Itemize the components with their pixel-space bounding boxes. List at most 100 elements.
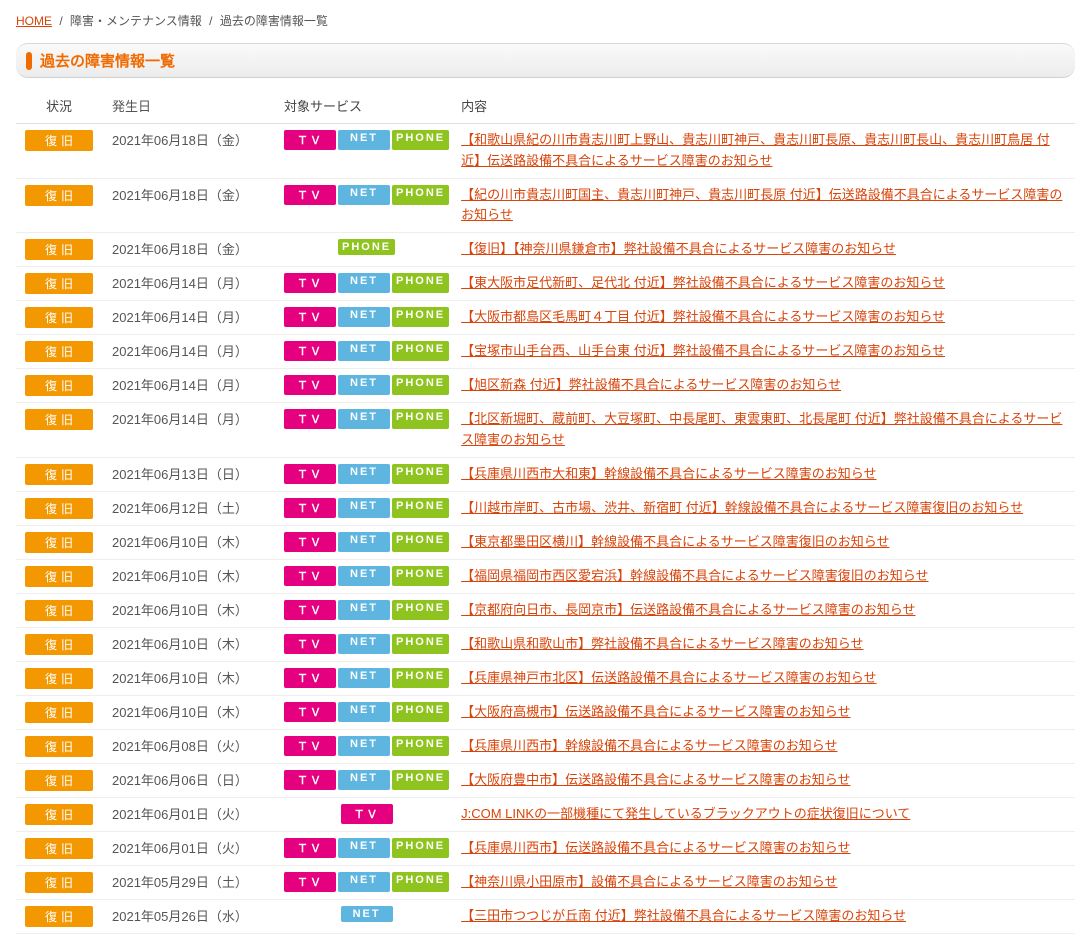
service-tag-net: NET <box>338 838 390 858</box>
fault-link[interactable]: J:COM LINKの一部機種にて発生しているブラックアウトの症状復旧について <box>461 806 910 821</box>
service-tag-tv: ＴＶ <box>284 634 336 654</box>
fault-link[interactable]: 【兵庫県川西市】伝送路設備不具合によるサービス障害のお知らせ <box>461 840 850 855</box>
service-tag-net: NET <box>338 409 390 429</box>
service-tag-tv: ＴＶ <box>284 341 336 361</box>
breadcrumb-current: 過去の障害情報一覧 <box>220 14 328 28</box>
service-tag-net: NET <box>341 906 393 922</box>
service-tag-net: NET <box>338 341 390 361</box>
table-row: 復旧2021年06月10日（木）ＴＶNETPHONE【兵庫県神戸市北区】伝送路設… <box>16 661 1075 695</box>
table-row: 復旧2021年06月14日（月）ＴＶNETPHONE【北区新堀町、蔵前町、大豆塚… <box>16 403 1075 458</box>
service-tag-tv: ＴＶ <box>284 409 336 429</box>
fault-link[interactable]: 【大阪府豊中市】伝送路設備不具合によるサービス障害のお知らせ <box>461 772 850 787</box>
service-tag-net: NET <box>338 273 390 293</box>
col-content: 内容 <box>455 88 1075 124</box>
col-service: 対象サービス <box>278 88 455 124</box>
date-cell: 2021年06月12日（土） <box>102 491 278 525</box>
table-row: 復旧2021年06月01日（火）ＴＶJ:COM LINKの一部機種にて発生してい… <box>16 797 1075 831</box>
service-tag-phone: PHONE <box>392 498 449 518</box>
fault-link[interactable]: 【神奈川県小田原市】設備不具合によるサービス障害のお知らせ <box>461 874 837 889</box>
service-tag-phone: PHONE <box>338 239 395 255</box>
service-tag-net: NET <box>338 736 390 756</box>
date-cell: 2021年06月14日（月） <box>102 267 278 301</box>
status-badge: 復旧 <box>25 185 93 206</box>
status-badge: 復旧 <box>25 872 93 893</box>
fault-link[interactable]: 【東大阪市足代新町、足代北 付近】弊社設備不具合によるサービス障害のお知らせ <box>461 275 945 290</box>
table-row: 復旧2021年06月14日（月）ＴＶNETPHONE【旭区新森 付近】弊社設備不… <box>16 369 1075 403</box>
fault-link[interactable]: 【和歌山県和歌山市】弊社設備不具合によるサービス障害のお知らせ <box>461 636 863 651</box>
section-header: 過去の障害情報一覧 <box>16 43 1075 78</box>
status-badge: 復旧 <box>25 130 93 151</box>
date-cell: 2021年06月10日（木） <box>102 559 278 593</box>
fault-link[interactable]: 【復旧】【神奈川県鎌倉市】弊社設備不具合によるサービス障害のお知らせ <box>461 241 896 256</box>
status-badge: 復旧 <box>25 341 93 362</box>
fault-link[interactable]: 【東京都墨田区横川】幹線設備不具合によるサービス障害復旧のお知らせ <box>461 534 889 549</box>
service-tag-tv: ＴＶ <box>284 130 336 150</box>
table-row: 復旧2021年06月10日（木）ＴＶNETPHONE【東京都墨田区横川】幹線設備… <box>16 525 1075 559</box>
date-cell: 2021年06月10日（木） <box>102 525 278 559</box>
fault-link[interactable]: 【旭区新森 付近】弊社設備不具合によるサービス障害のお知らせ <box>461 377 841 392</box>
fault-link[interactable]: 【兵庫県川西市大和東】幹線設備不具合によるサービス障害のお知らせ <box>461 466 876 481</box>
table-row: 復旧2021年06月14日（月）ＴＶNETPHONE【大阪市都島区毛馬町４丁目 … <box>16 301 1075 335</box>
date-cell: 2021年06月01日（火） <box>102 797 278 831</box>
date-cell: 2021年05月26日（水） <box>102 899 278 933</box>
service-tag-net: NET <box>338 702 390 722</box>
service-tag-net: NET <box>338 498 390 518</box>
fault-link[interactable]: 【三田市つつじが丘南 付近】弊社設備不具合によるサービス障害のお知らせ <box>461 908 906 923</box>
fault-link[interactable]: 【福岡県福岡市西区愛宕浜】幹線設備不具合によるサービス障害復旧のお知らせ <box>461 568 928 583</box>
date-cell: 2021年06月14日（月） <box>102 369 278 403</box>
service-tag-phone: PHONE <box>392 273 449 293</box>
service-tag-tv: ＴＶ <box>284 770 336 790</box>
date-cell: 2021年05月29日（土） <box>102 865 278 899</box>
service-tag-phone: PHONE <box>392 464 449 484</box>
service-tag-net: NET <box>338 668 390 688</box>
service-tag-net: NET <box>338 532 390 552</box>
service-tag-tv: ＴＶ <box>284 464 336 484</box>
fault-link[interactable]: 【兵庫県川西市】幹線設備不具合によるサービス障害のお知らせ <box>461 738 837 753</box>
status-badge: 復旧 <box>25 770 93 791</box>
status-badge: 復旧 <box>25 375 93 396</box>
table-row: 復旧2021年06月18日（金）ＴＶNETPHONE【和歌山県紀の川市貴志川町上… <box>16 124 1075 179</box>
fault-table: 状況 発生日 対象サービス 内容 復旧2021年06月18日（金）ＴＶNETPH… <box>16 88 1075 934</box>
fault-link[interactable]: 【大阪市都島区毛馬町４丁目 付近】弊社設備不具合によるサービス障害のお知らせ <box>461 309 945 324</box>
service-tag-tv: ＴＶ <box>284 273 336 293</box>
date-cell: 2021年06月01日（火） <box>102 831 278 865</box>
service-tag-phone: PHONE <box>392 770 449 790</box>
date-cell: 2021年06月14日（月） <box>102 301 278 335</box>
service-tag-phone: PHONE <box>392 668 449 688</box>
date-cell: 2021年06月10日（木） <box>102 661 278 695</box>
service-tag-tv: ＴＶ <box>284 307 336 327</box>
fault-link[interactable]: 【紀の川市貴志川町国主、貴志川町神戸、貴志川町長原 付近】伝送路設備不具合による… <box>461 187 1062 223</box>
fault-link[interactable]: 【兵庫県神戸市北区】伝送路設備不具合によるサービス障害のお知らせ <box>461 670 876 685</box>
service-tag-net: NET <box>338 307 390 327</box>
service-tag-tv: ＴＶ <box>284 498 336 518</box>
date-cell: 2021年06月18日（金） <box>102 124 278 179</box>
service-tag-tv: ＴＶ <box>284 566 336 586</box>
fault-link[interactable]: 【京都府向日市、長岡京市】伝送路設備不具合によるサービス障害のお知らせ <box>461 602 915 617</box>
service-tag-tv: ＴＶ <box>284 375 336 395</box>
table-row: 復旧 2021年05月26日（水） NET 【三田市つつじが丘南 付近】弊社設備不具合… <box>16 899 1075 933</box>
service-tag-tv: ＴＶ <box>284 532 336 552</box>
breadcrumb-home[interactable]: HOME <box>16 14 52 28</box>
service-tag-net: NET <box>338 185 390 205</box>
fault-link[interactable]: 【北区新堀町、蔵前町、大豆塚町、中長尾町、東雲東町、北長尾町 付近】弊社設備不具… <box>461 411 1062 447</box>
status-badge: 復旧 <box>25 906 93 927</box>
date-cell: 2021年06月10日（木） <box>102 627 278 661</box>
service-tag-tv: ＴＶ <box>341 804 393 824</box>
status-badge: 復旧 <box>25 498 93 519</box>
status-badge: 復旧 <box>25 600 93 621</box>
fault-link[interactable]: 【宝塚市山手台西、山手台東 付近】弊社設備不具合によるサービス障害のお知らせ <box>461 343 945 358</box>
fault-link[interactable]: 【和歌山県紀の川市貴志川町上野山、貴志川町神戸、貴志川町長原、貴志川町長山、貴志… <box>461 132 1050 168</box>
date-cell: 2021年06月18日（金） <box>102 233 278 267</box>
table-row: 復旧2021年06月10日（木）ＴＶNETPHONE【京都府向日市、長岡京市】伝… <box>16 593 1075 627</box>
fault-link[interactable]: 【川越市岸町、古市場、渋井、新宿町 付近】幹線設備不具合によるサービス障害復旧の… <box>461 500 1023 515</box>
service-tag-tv: ＴＶ <box>284 185 336 205</box>
status-badge: 復旧 <box>25 409 93 430</box>
table-row: 復旧2021年06月10日（木）ＴＶNETPHONE【福岡県福岡市西区愛宕浜】幹… <box>16 559 1075 593</box>
service-tag-phone: PHONE <box>392 185 449 205</box>
service-tag-net: NET <box>338 770 390 790</box>
breadcrumb-sep: / <box>209 14 212 28</box>
date-cell: 2021年06月14日（月） <box>102 335 278 369</box>
fault-link[interactable]: 【大阪府高槻市】伝送路設備不具合によるサービス障害のお知らせ <box>461 704 850 719</box>
service-tag-phone: PHONE <box>392 130 449 150</box>
date-cell: 2021年06月06日（日） <box>102 763 278 797</box>
